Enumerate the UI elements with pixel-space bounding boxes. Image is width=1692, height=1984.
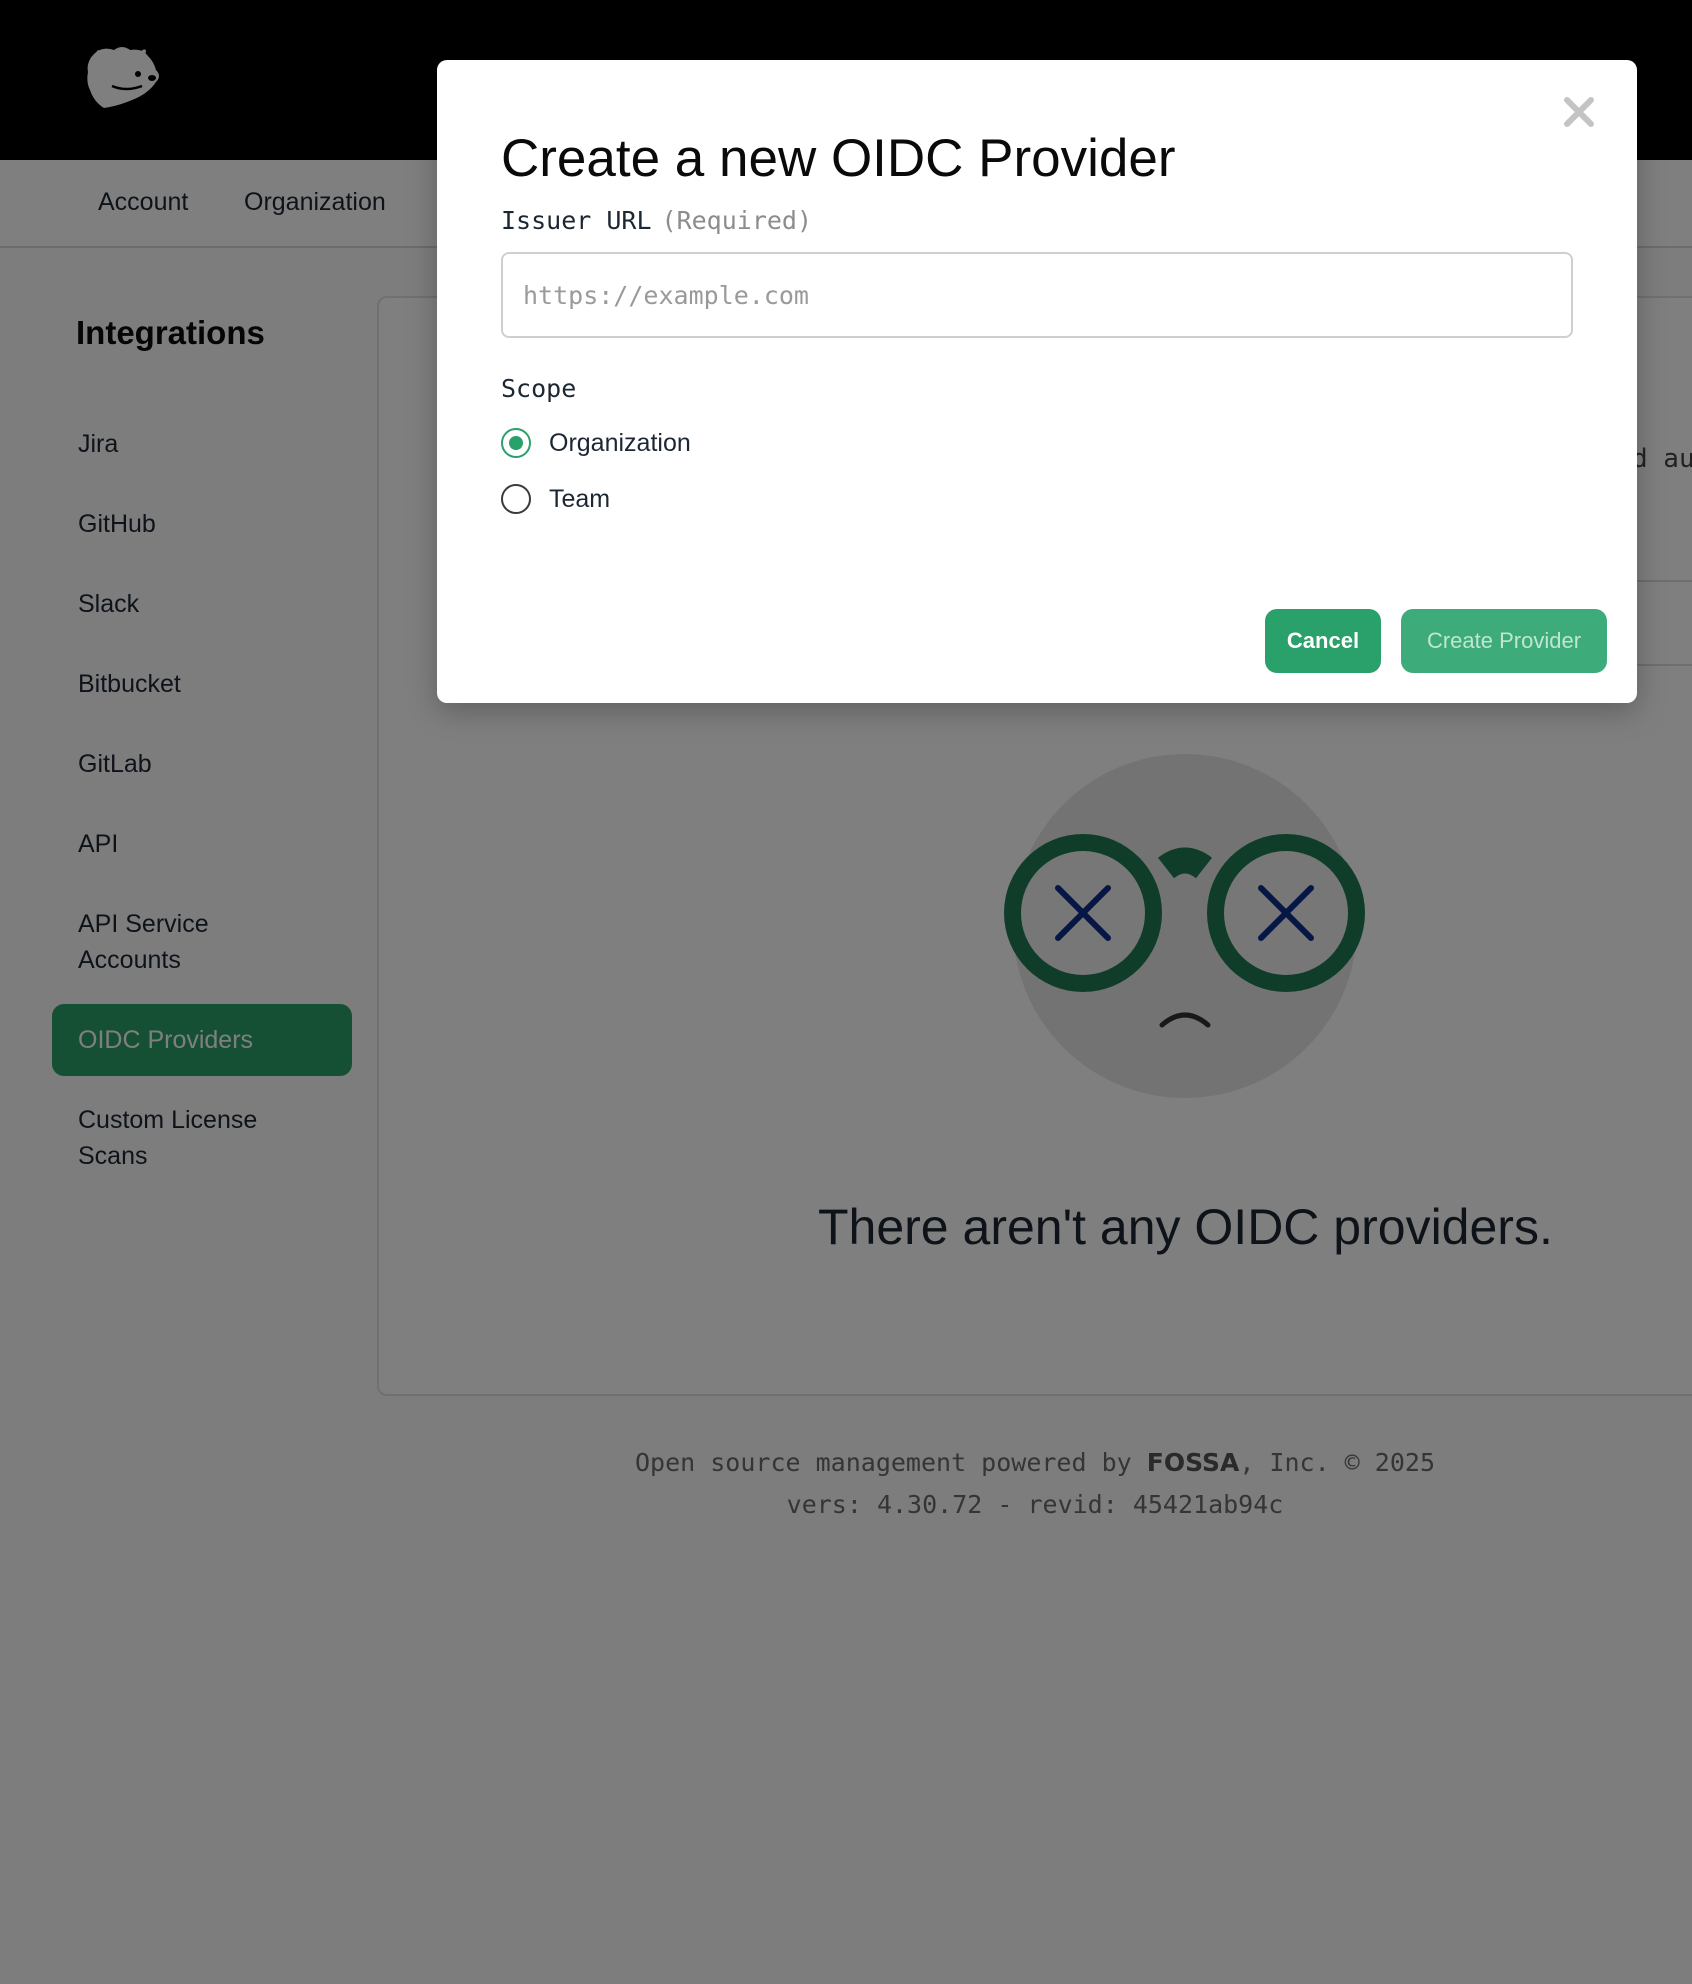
radio-dot — [509, 436, 523, 450]
create-provider-button[interactable]: Create Provider — [1401, 609, 1607, 673]
required-note: (Required) — [661, 206, 813, 235]
create-oidc-provider-modal: Create a new OIDC Provider Issuer URL (Re… — [437, 60, 1637, 703]
issuer-url-label-text: Issuer URL — [501, 206, 652, 235]
radio-button-checked[interactable] — [501, 428, 531, 458]
radio-button[interactable] — [501, 484, 531, 514]
cancel-button[interactable]: Cancel — [1265, 609, 1381, 673]
scope-label: Scope — [501, 374, 577, 403]
app-root: Account Organization Integrations Jira G… — [0, 0, 1692, 1984]
scope-option-organization[interactable]: Organization — [501, 427, 691, 459]
issuer-url-label: Issuer URL (Required) — [501, 206, 812, 235]
scope-option-team[interactable]: Team — [501, 483, 610, 515]
modal-title: Create a new OIDC Provider — [501, 129, 1176, 188]
scope-option-label: Organization — [549, 428, 691, 457]
issuer-url-input[interactable] — [501, 252, 1573, 338]
close-icon[interactable] — [1561, 94, 1597, 130]
scope-option-label: Team — [549, 484, 611, 513]
